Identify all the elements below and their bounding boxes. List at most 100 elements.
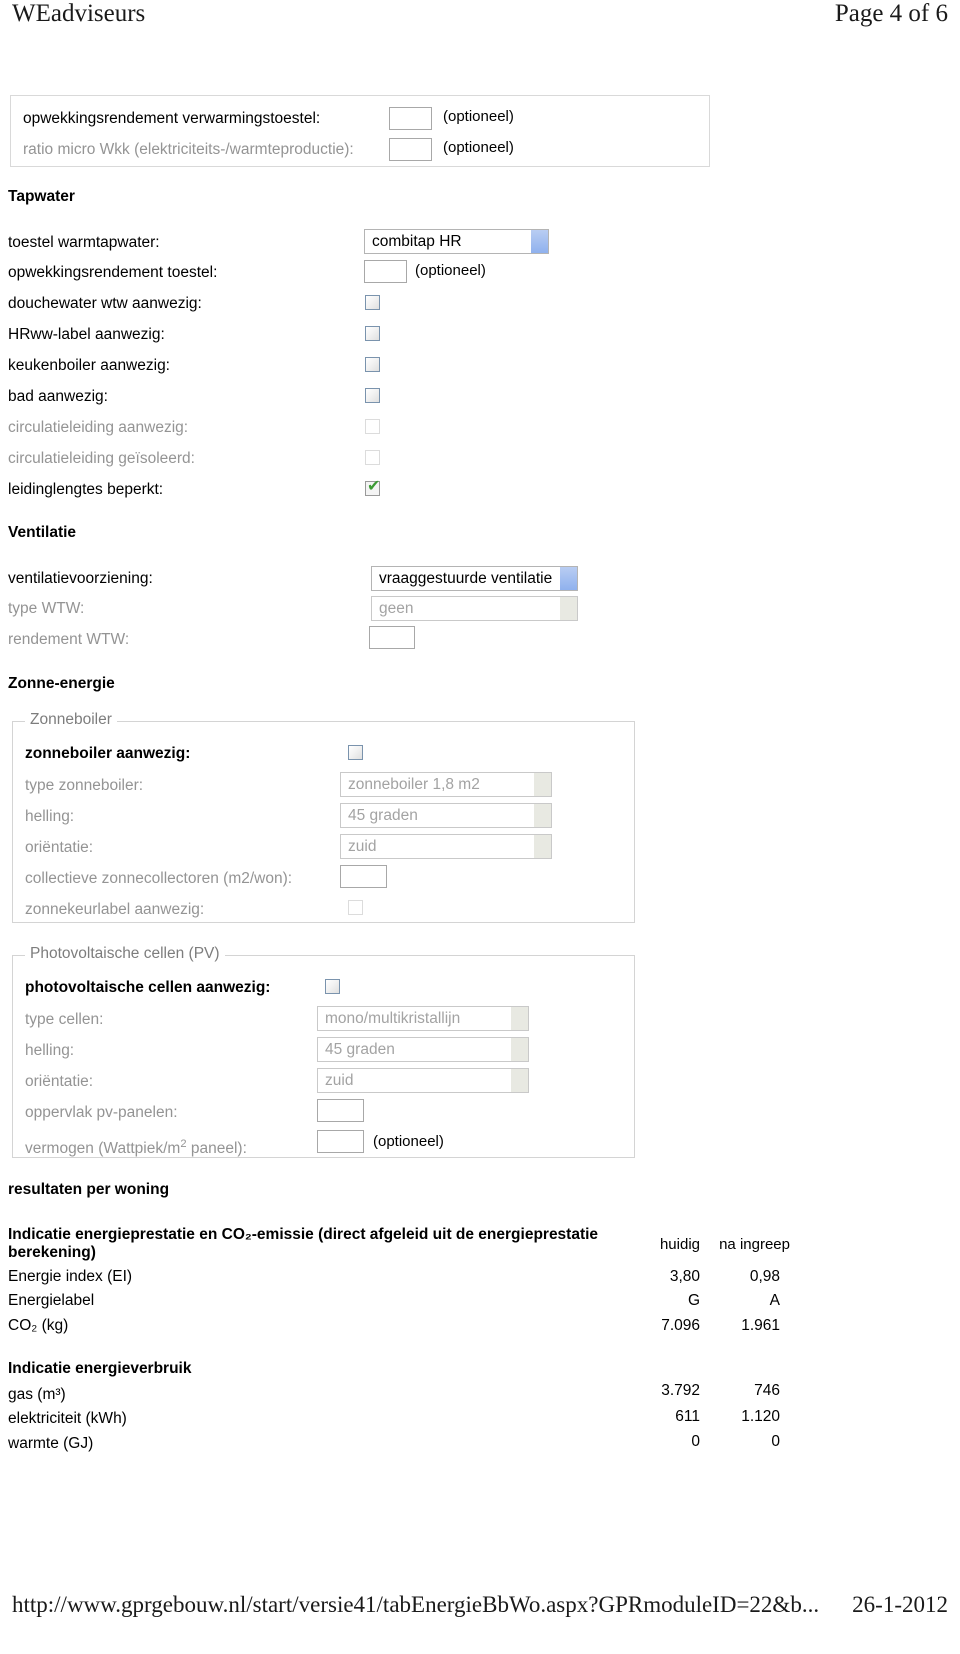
gas-na-ingreep: 746 xyxy=(754,1382,780,1399)
print-footer: http://www.gprgebouw.nl/start/versie41/t… xyxy=(0,1592,960,1632)
indicatie-energieverbruik-heading: Indicatie energieverbruik xyxy=(8,1360,192,1377)
hrww-label-checkbox[interactable] xyxy=(365,326,380,341)
collectieve-zonnecollectoren-label: collectieve zonnecollectoren (m2/won): xyxy=(25,870,293,887)
chevron-down-icon xyxy=(511,1007,528,1030)
chevron-down-icon[interactable] xyxy=(531,230,548,253)
energielabel-label: Energielabel xyxy=(8,1292,95,1309)
chevron-down-icon xyxy=(511,1069,528,1092)
pv-helling-value: 45 graden xyxy=(325,1041,395,1058)
opwekkingsrendement-toestel-input[interactable] xyxy=(364,260,407,283)
pv-helling-select: 45 graden xyxy=(317,1037,529,1062)
zonneboiler-helling-select: 45 graden xyxy=(340,803,552,828)
circulatieleiding-geisoleerd-label: circulatieleiding geïsoleerd: xyxy=(8,450,195,467)
douchewater-wtw-checkbox[interactable] xyxy=(365,295,380,310)
oppervlak-pv-panelen-label: oppervlak pv-panelen: xyxy=(25,1104,178,1121)
ventilatievoorziening-select[interactable]: vraaggestuurde ventilatie xyxy=(371,566,578,591)
chevron-down-icon xyxy=(560,597,577,620)
column-header-huidig: huidig xyxy=(659,1236,700,1253)
bad-aanwezig-label: bad aanwezig: xyxy=(8,388,108,405)
vermogen-label-pre: vermogen (Wattpiek/m xyxy=(25,1140,181,1158)
leidinglengtes-beperkt-checkbox[interactable]: ✔ xyxy=(365,476,381,496)
opwekkingsrendement-verwarmingstoestel-input[interactable] xyxy=(389,107,432,130)
type-cellen-select: mono/multikristallijn xyxy=(317,1006,529,1031)
vermogen-paneel-label: vermogen (Wattpiek/m2 paneel): xyxy=(25,1135,247,1158)
type-wtw-select: geen xyxy=(371,596,578,621)
circulatieleiding-geisoleerd-checkbox xyxy=(365,450,380,465)
elektriciteit-label: elektriciteit (kWh) xyxy=(8,1410,127,1427)
zonneboiler-orientatie-select: zuid xyxy=(340,834,552,859)
type-cellen-value: mono/multikristallijn xyxy=(325,1010,461,1027)
rendement-wtw-label: rendement WTW: xyxy=(8,631,130,648)
pv-legend: Photovoltaische cellen (PV) xyxy=(25,945,225,963)
pv-aanwezig-checkbox[interactable] xyxy=(325,979,340,994)
co2-kg-huidig: 7.096 xyxy=(661,1317,700,1334)
chevron-down-icon xyxy=(511,1038,528,1061)
ratio-micro-wkk-input[interactable] xyxy=(389,138,432,161)
check-icon: ✔ xyxy=(367,476,381,495)
ratio-micro-wkk-label: ratio micro Wkk (elektriciteits-/warmtep… xyxy=(23,141,354,158)
tapwater-section-title: Tapwater xyxy=(8,188,75,205)
zonneboiler-legend: Zonneboiler xyxy=(25,711,117,729)
print-footer-url: http://www.gprgebouw.nl/start/versie41/t… xyxy=(12,1592,820,1617)
warmte-na-ingreep: 0 xyxy=(771,1433,780,1450)
collectieve-zonnecollectoren-input[interactable] xyxy=(340,865,387,888)
keukenboiler-label: keukenboiler aanwezig: xyxy=(8,357,170,374)
energie-index-na-ingreep: 0,98 xyxy=(749,1268,780,1285)
type-zonneboiler-select: zonneboiler 1,8 m2 xyxy=(340,772,552,797)
vermogen-label-post: paneel): xyxy=(186,1140,247,1158)
co2-kg-na-ingreep: 1.961 xyxy=(741,1317,780,1334)
chevron-down-icon xyxy=(534,773,551,796)
zonneboiler-orientatie-label: oriëntatie: xyxy=(25,839,94,856)
type-cellen-label: type cellen: xyxy=(25,1011,104,1028)
gas-label: gas (m³) xyxy=(8,1386,66,1403)
toestel-warmtapwater-label: toestel warmtapwater: xyxy=(8,234,160,251)
co2-kg-label: CO₂ (kg) xyxy=(8,1317,69,1334)
zonneboiler-orientatie-value: zuid xyxy=(348,838,377,855)
douchewater-wtw-label: douchewater wtw aanwezig: xyxy=(8,295,202,312)
indicatie-energieprestatie-heading-text: Indicatie energieprestatie en CO₂-emissi… xyxy=(8,1226,599,1261)
toestel-warmtapwater-value: combitap HR xyxy=(372,233,462,250)
ventilatie-section-title: Ventilatie xyxy=(8,524,77,541)
zonne-energie-section-title: Zonne-energie xyxy=(8,675,115,692)
circulatieleiding-aanwezig-checkbox xyxy=(365,419,380,434)
heating-device-panel: opwekkingsrendement verwarmingstoestel: … xyxy=(10,95,710,167)
toestel-warmtapwater-select[interactable]: combitap HR xyxy=(364,229,549,254)
vermogen-paneel-input[interactable] xyxy=(317,1130,364,1153)
print-header-pagenum: Page 4 of 6 xyxy=(834,0,948,27)
keukenboiler-checkbox[interactable] xyxy=(365,357,380,372)
circulatieleiding-aanwezig-label: circulatieleiding aanwezig: xyxy=(8,419,189,436)
bad-aanwezig-checkbox[interactable] xyxy=(365,388,380,403)
pv-orientatie-select: zuid xyxy=(317,1068,529,1093)
ventilatievoorziening-label: ventilatievoorziening: xyxy=(8,570,153,587)
opwekkingsrendement-verwarmingstoestel-label: opwekkingsrendement verwarmingstoestel: xyxy=(23,110,321,127)
zonneboiler-aanwezig-checkbox[interactable] xyxy=(348,745,363,760)
leidinglengtes-beperkt-label: leidinglengtes beperkt: xyxy=(8,481,164,498)
energielabel-huidig: G xyxy=(687,1292,700,1309)
oppervlak-pv-panelen-input[interactable] xyxy=(317,1099,364,1122)
pv-orientatie-value: zuid xyxy=(325,1072,354,1089)
opwekkingsrendement-toestel-optional: (optioneel) xyxy=(415,262,486,279)
pv-fieldset: Photovoltaische cellen (PV) photovoltais… xyxy=(12,945,635,1158)
print-header-title: WEadviseurs xyxy=(12,0,146,27)
type-zonneboiler-label: type zonneboiler: xyxy=(25,777,144,794)
zonneboiler-helling-label: helling: xyxy=(25,808,75,825)
rendement-wtw-input[interactable] xyxy=(369,626,415,649)
zonnekeurlabel-checkbox xyxy=(348,900,363,915)
ratio-micro-wkk-optional: (optioneel) xyxy=(443,139,514,156)
opwekkingsrendement-verwarmingstoestel-optional: (optioneel) xyxy=(443,108,514,125)
elektriciteit-na-ingreep: 1.120 xyxy=(741,1408,780,1425)
chevron-down-icon[interactable] xyxy=(560,567,577,590)
warmte-huidig: 0 xyxy=(691,1433,700,1450)
print-footer-date: 26-1-2012 xyxy=(852,1592,948,1617)
ventilatievoorziening-value: vraaggestuurde ventilatie xyxy=(379,570,553,587)
resultaten-per-woning-title: resultaten per woning xyxy=(8,1181,170,1198)
energie-index-huidig: 3,80 xyxy=(669,1268,700,1285)
zonnekeurlabel-label: zonnekeurlabel aanwezig: xyxy=(25,901,205,918)
energielabel-na-ingreep: A xyxy=(769,1292,780,1309)
pv-orientatie-label: oriëntatie: xyxy=(25,1073,94,1090)
type-zonneboiler-value: zonneboiler 1,8 m2 xyxy=(348,776,480,793)
gas-huidig: 3.792 xyxy=(661,1382,700,1399)
chevron-down-icon xyxy=(534,804,551,827)
type-wtw-label: type WTW: xyxy=(8,600,85,617)
indicatie-energieprestatie-heading: Indicatie energieprestatie en CO₂-emissi… xyxy=(8,1226,608,1262)
